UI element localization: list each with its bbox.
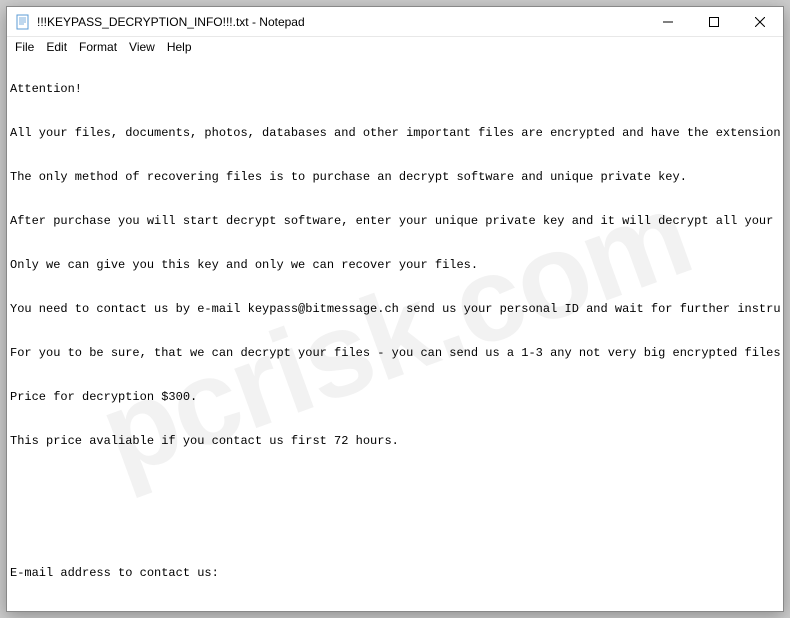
text-line: For you to be sure, that we can decrypt … [10, 342, 780, 364]
close-button[interactable] [737, 7, 783, 36]
menu-edit[interactable]: Edit [40, 39, 73, 55]
text-line: keypass@bitmessage.ch [10, 606, 780, 611]
document-text: Attention! All your files, documents, ph… [10, 56, 780, 611]
text-line [10, 496, 780, 518]
text-line: Price for decryption $300. [10, 386, 780, 408]
menubar: File Edit Format View Help [7, 37, 783, 56]
notepad-icon [15, 14, 31, 30]
text-line: The only method of recovering files is t… [10, 166, 780, 188]
text-line [10, 452, 780, 474]
text-line [10, 474, 780, 496]
window-title: !!!KEYPASS_DECRYPTION_INFO!!!.txt - Note… [37, 15, 645, 29]
text-line [10, 188, 780, 210]
menu-file[interactable]: File [9, 39, 40, 55]
text-line: E-mail address to contact us: [10, 562, 780, 584]
text-line [10, 540, 780, 562]
text-line [10, 320, 780, 342]
window-controls [645, 7, 783, 36]
text-line: All your files, documents, photos, datab… [10, 122, 780, 144]
text-line [10, 584, 780, 606]
maximize-button[interactable] [691, 7, 737, 36]
text-line [10, 144, 780, 166]
menu-view[interactable]: View [123, 39, 161, 55]
text-line: This price avaliable if you contact us f… [10, 430, 780, 452]
menu-format[interactable]: Format [73, 39, 123, 55]
text-line [10, 100, 780, 122]
text-editor-area[interactable]: pcrisk.com Attention! All your files, do… [7, 56, 783, 611]
menu-help[interactable]: Help [161, 39, 198, 55]
titlebar: !!!KEYPASS_DECRYPTION_INFO!!!.txt - Note… [7, 7, 783, 37]
text-line: Attention! [10, 78, 780, 100]
text-line [10, 364, 780, 386]
text-line: Only we can give you this key and only w… [10, 254, 780, 276]
text-line: After purchase you will start decrypt so… [10, 210, 780, 232]
text-line [10, 232, 780, 254]
text-line [10, 276, 780, 298]
text-line [10, 518, 780, 540]
text-line [10, 408, 780, 430]
text-line: You need to contact us by e-mail keypass… [10, 298, 780, 320]
notepad-window: !!!KEYPASS_DECRYPTION_INFO!!!.txt - Note… [6, 6, 784, 612]
minimize-button[interactable] [645, 7, 691, 36]
